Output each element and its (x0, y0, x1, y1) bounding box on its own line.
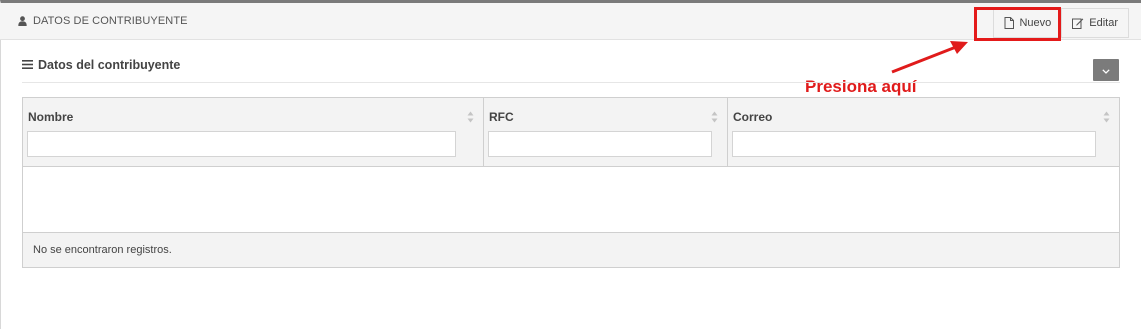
column-header-correo[interactable]: Correo (727, 98, 1119, 166)
table-body (23, 167, 1119, 232)
empty-message: No se encontraron registros. (33, 244, 172, 256)
section-title: Datos del contribuyente (22, 58, 180, 72)
section-title-text: Datos del contribuyente (38, 58, 181, 72)
user-icon (18, 16, 27, 26)
column-header-rfc[interactable]: RFC (483, 98, 727, 166)
toolbar: Nuevo Editar (993, 8, 1129, 38)
column-label: RFC (489, 110, 514, 124)
edit-icon (1072, 17, 1084, 29)
annotation-arrow (891, 41, 968, 74)
filter-input-rfc[interactable] (488, 131, 712, 157)
edit-button-label: Editar (1089, 17, 1118, 29)
filter-input-nombre[interactable] (27, 131, 456, 157)
column-header-nombre[interactable]: Nombre (23, 98, 483, 166)
sort-icon[interactable] (1103, 110, 1110, 128)
section-divider (22, 82, 1120, 83)
file-icon (1004, 17, 1015, 29)
table-header: Nombre RFC Correo (23, 98, 1119, 167)
collapse-button[interactable] (1093, 59, 1119, 81)
panel-title-text: DATOS DE CONTRIBUYENTE (33, 15, 188, 27)
sort-icon[interactable] (467, 110, 474, 128)
new-button-label: Nuevo (1019, 17, 1052, 29)
column-label: Nombre (28, 110, 74, 124)
list-icon (22, 58, 33, 72)
panel-header: DATOS DE CONTRIBUYENTE Nuevo Editar (0, 3, 1141, 40)
edit-button[interactable]: Editar (1062, 8, 1129, 38)
chevron-down-icon (1102, 61, 1110, 79)
panel-title: DATOS DE CONTRIBUYENTE (18, 15, 188, 27)
sort-icon[interactable] (711, 110, 718, 128)
new-button[interactable]: Nuevo (993, 8, 1063, 38)
column-label: Correo (733, 110, 773, 124)
data-table: Nombre RFC Correo No se encontraron regi… (22, 97, 1120, 268)
annotation-text: Presiona aquí (805, 77, 917, 96)
table-footer: No se encontraron registros. (23, 232, 1119, 267)
filter-input-correo[interactable] (732, 131, 1096, 157)
